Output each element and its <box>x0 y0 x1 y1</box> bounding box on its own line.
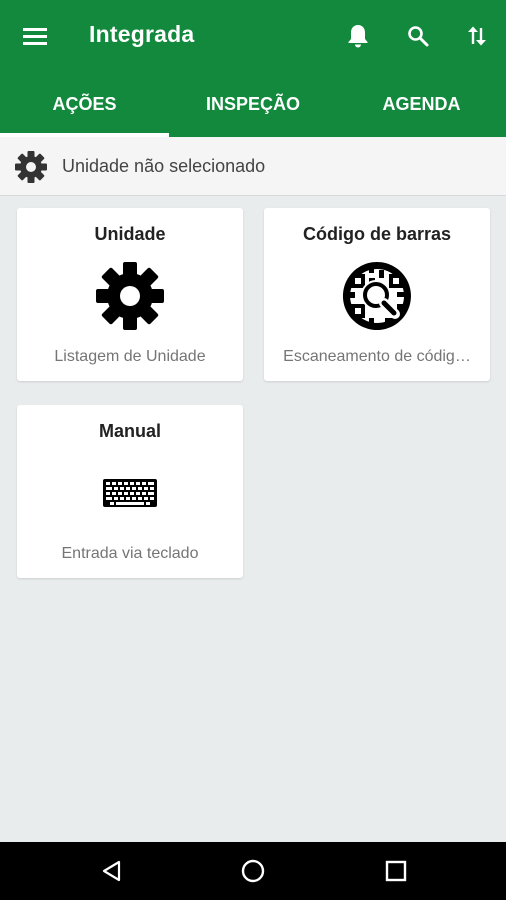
qr-scan-icon <box>264 260 490 332</box>
tab-inspecao[interactable]: INSPEÇÃO <box>169 72 337 137</box>
tab-inspecao-label: INSPEÇÃO <box>205 94 301 114</box>
bell-icon[interactable] <box>336 14 380 58</box>
system-navigation-bar <box>0 842 506 900</box>
gear-icon <box>14 150 48 189</box>
card-codigo-de-barras[interactable]: Código de barras Escaneamento de códig… <box>264 208 490 381</box>
card-manual-subtitle: Entrada via teclado <box>61 545 199 562</box>
search-icon[interactable] <box>396 14 440 58</box>
app-title: Integrada <box>89 21 195 47</box>
swap-vertical-icon[interactable] <box>455 14 499 58</box>
card-codigo-de-barras-subtitle: Escaneamento de códig… <box>283 348 471 365</box>
tab-acoes[interactable]: AÇÕES <box>0 72 169 137</box>
home-icon[interactable] <box>231 849 275 893</box>
app-bar: Integrada AÇÕES INSPEÇÃO AGENDA <box>0 0 506 137</box>
back-icon[interactable] <box>90 849 134 893</box>
card-unidade-title: Unidade <box>94 224 166 244</box>
keyboard-icon <box>17 457 243 529</box>
tab-agenda-label: AGENDA <box>382 94 461 114</box>
gear-icon <box>17 260 243 332</box>
toolbar: Integrada <box>0 0 506 72</box>
recents-icon[interactable] <box>374 849 418 893</box>
tab-bar: AÇÕES INSPEÇÃO AGENDA <box>0 72 506 137</box>
card-unidade[interactable]: Unidade Listagem de Unidade <box>17 208 243 381</box>
tab-acoes-label: AÇÕES <box>52 94 117 114</box>
card-manual-title: Manual <box>98 421 161 441</box>
tab-agenda[interactable]: AGENDA <box>337 72 506 137</box>
hamburger-menu-icon[interactable] <box>13 14 57 58</box>
unit-selection-bar[interactable]: Unidade não selecionado <box>0 137 506 196</box>
card-unidade-subtitle: Listagem de Unidade <box>54 348 206 365</box>
card-codigo-de-barras-title: Código de barras <box>302 224 452 244</box>
unit-status-label: Unidade não selecionado <box>62 156 266 176</box>
card-manual[interactable]: Manual Entrada via teclado <box>17 405 243 578</box>
